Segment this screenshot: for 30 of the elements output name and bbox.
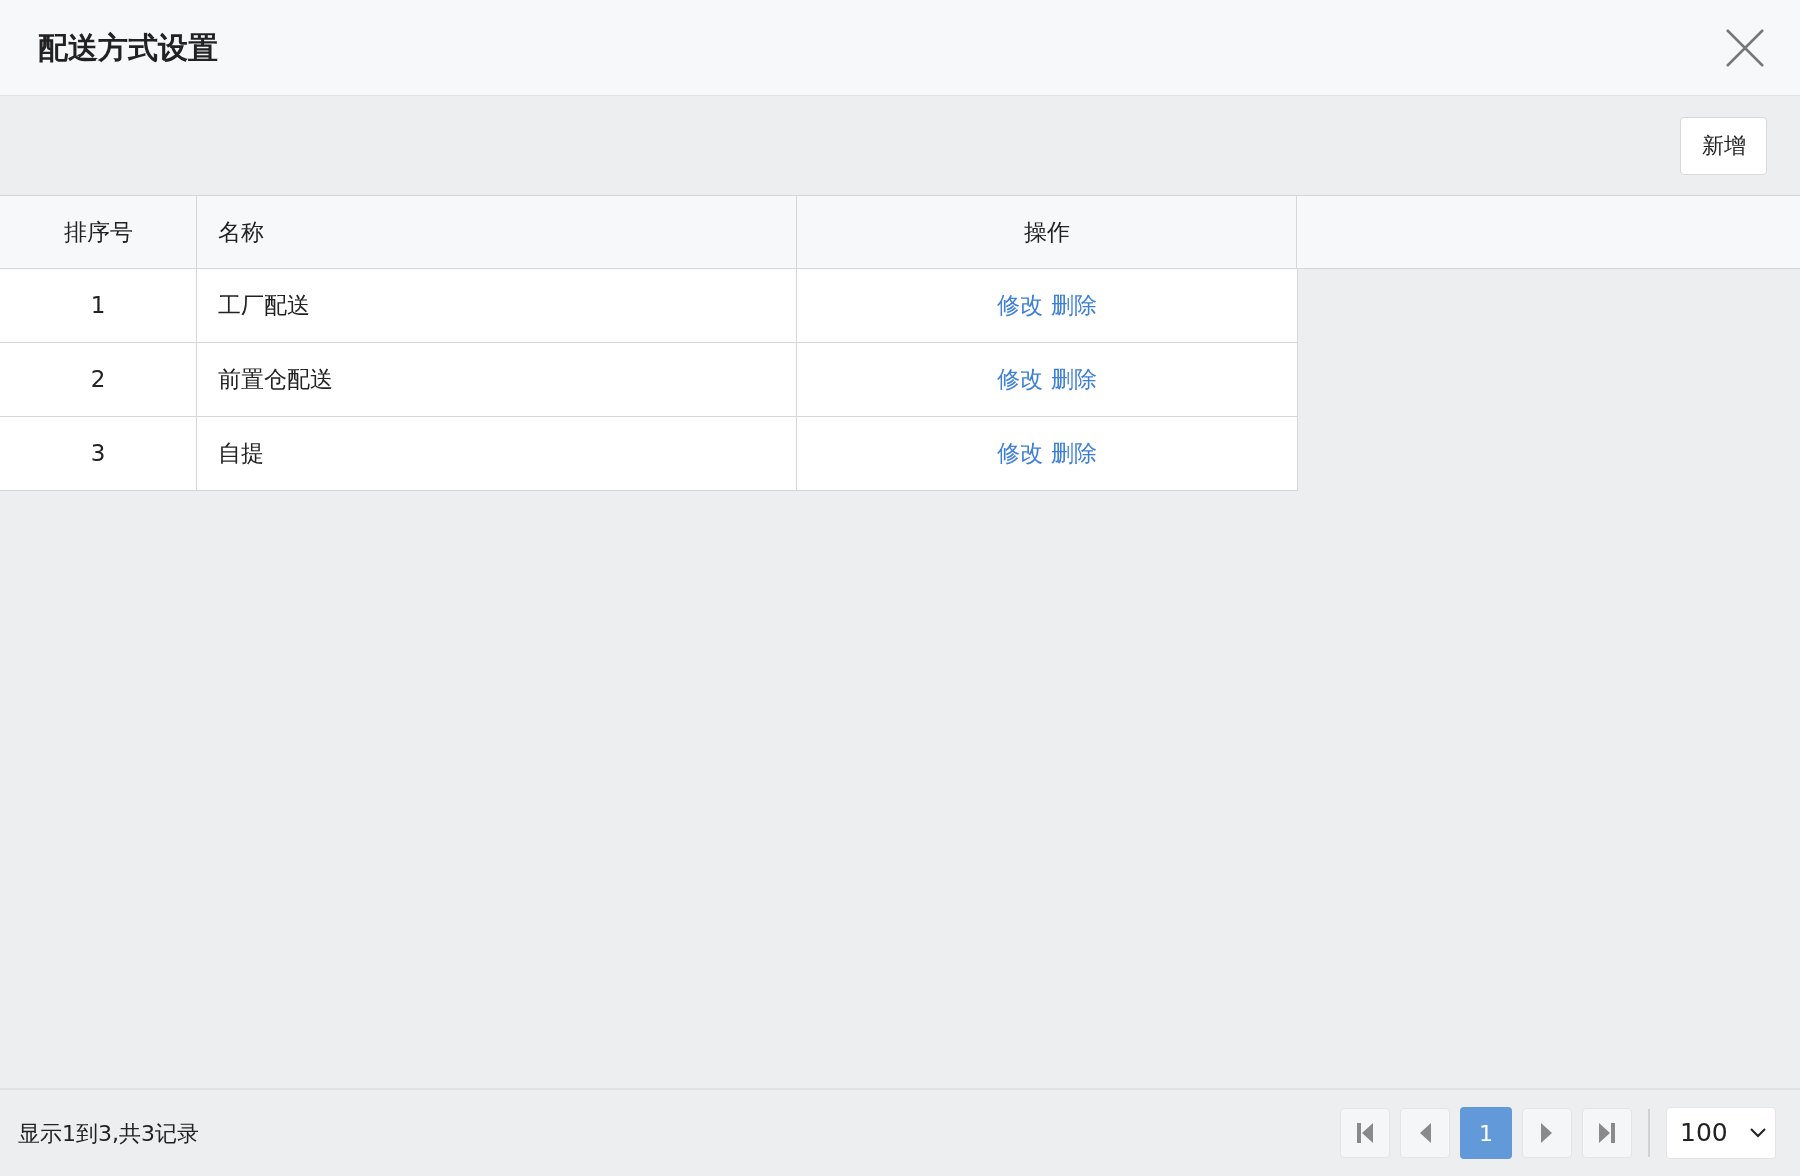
page-size-select[interactable]: 100 xyxy=(1666,1107,1776,1159)
table-cell-text: 工厂配送 xyxy=(218,291,310,321)
action-link[interactable]: 删除 xyxy=(1051,436,1097,471)
table-cell-text: 自提 xyxy=(218,439,264,469)
previous-page-button[interactable] xyxy=(1400,1108,1450,1158)
dialog-title: 配送方式设置 xyxy=(38,29,218,67)
column-header: 操作 xyxy=(1023,217,1070,247)
table-cell-text: 前置仓配送 xyxy=(218,365,333,395)
last-page-button[interactable] xyxy=(1582,1108,1632,1158)
table-cell-text: 1 xyxy=(90,291,106,321)
page-button[interactable]: 1 xyxy=(1460,1107,1512,1159)
previous-icon xyxy=(1419,1122,1431,1144)
action-link[interactable]: 删除 xyxy=(1051,362,1097,397)
column-header: 排序号 xyxy=(63,217,133,247)
action-link[interactable]: 修改 xyxy=(997,288,1043,323)
table-cell-text: 2 xyxy=(90,365,106,395)
next-page-button[interactable] xyxy=(1522,1108,1572,1158)
action-link[interactable]: 修改 xyxy=(997,362,1043,397)
last-page-icon xyxy=(1598,1122,1616,1144)
close-icon[interactable] xyxy=(1726,28,1764,67)
first-page-button[interactable] xyxy=(1340,1108,1390,1158)
record-summary: 显示1到3,共3记录 xyxy=(18,1119,199,1148)
next-icon xyxy=(1541,1122,1553,1144)
table-cell-text: 3 xyxy=(90,439,106,469)
action-link[interactable]: 修改 xyxy=(997,436,1043,471)
action-link[interactable]: 删除 xyxy=(1051,288,1097,323)
column-header: 名称 xyxy=(218,217,264,247)
add-button[interactable]: 新增 xyxy=(1680,116,1767,175)
chevron-down-icon xyxy=(1749,1127,1767,1139)
first-page-icon xyxy=(1356,1122,1374,1144)
